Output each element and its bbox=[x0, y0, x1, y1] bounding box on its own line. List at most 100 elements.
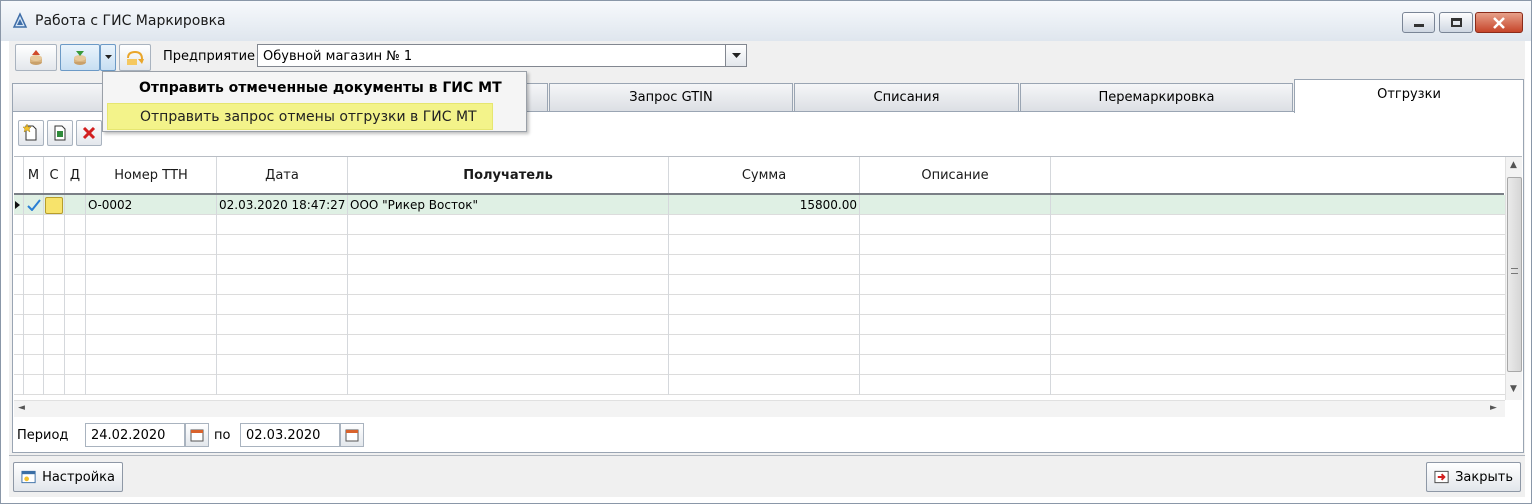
enterprise-select[interactable]: Обувной магазин № 1 bbox=[257, 44, 747, 67]
menu-item-send-marked[interactable]: Отправить отмеченные документы в ГИС МТ bbox=[107, 74, 522, 101]
empty-cell bbox=[14, 255, 24, 275]
app-icon bbox=[12, 12, 28, 28]
column-label: М bbox=[27, 167, 40, 183]
date-from-field[interactable]: 24.02.2020 bbox=[85, 423, 185, 447]
empty-cell bbox=[217, 295, 348, 315]
maximize-button[interactable] bbox=[1439, 12, 1473, 33]
empty-cell bbox=[24, 335, 44, 355]
settings-button[interactable]: Настройка bbox=[13, 462, 123, 492]
empty-cell bbox=[14, 295, 24, 315]
menu-item-cancel-shipment[interactable]: Отправить запрос отмены отгрузки в ГИС М… bbox=[107, 103, 493, 130]
title-bar[interactable]: Работа с ГИС Маркировка bbox=[1, 1, 1531, 41]
empty-cell bbox=[14, 375, 24, 395]
tab-label: Отгрузки bbox=[1377, 87, 1441, 102]
tab-write-offs[interactable]: Списания bbox=[794, 83, 1019, 111]
empty-cell bbox=[860, 335, 1051, 355]
column-header-date[interactable]: Дата bbox=[217, 157, 348, 193]
empty-row bbox=[14, 315, 1505, 335]
empty-cell bbox=[65, 335, 86, 355]
column-header-c[interactable]: С bbox=[44, 157, 65, 193]
empty-cell bbox=[1051, 315, 1505, 335]
date-from-calendar-button[interactable] bbox=[185, 423, 209, 447]
calendar-icon bbox=[345, 429, 359, 442]
column-header-d[interactable]: Д bbox=[65, 157, 86, 193]
database-up-icon bbox=[30, 49, 42, 65]
close-window-button[interactable] bbox=[1475, 12, 1523, 33]
scroll-right-icon[interactable]: ► bbox=[1490, 403, 1497, 413]
column-header-description[interactable]: Описание bbox=[860, 157, 1051, 193]
empty-row bbox=[14, 295, 1505, 315]
empty-cell bbox=[14, 215, 24, 235]
column-header-m[interactable]: М bbox=[24, 157, 44, 193]
undo-button[interactable] bbox=[119, 44, 151, 71]
empty-cell bbox=[669, 235, 860, 255]
send-dropdown-button[interactable] bbox=[100, 44, 116, 71]
empty-cell bbox=[44, 235, 65, 255]
main-window: Работа с ГИС Маркировка Предприятие Обув… bbox=[0, 0, 1532, 504]
column-header-filler bbox=[1051, 157, 1504, 193]
column-label: Сумма bbox=[741, 167, 787, 183]
column-header-ttn[interactable]: Номер ТТН bbox=[86, 157, 217, 193]
empty-cell bbox=[669, 335, 860, 355]
delete-icon bbox=[82, 126, 96, 140]
vertical-scrollbar[interactable]: ▲ ▼ bbox=[1505, 157, 1522, 400]
date-to-field[interactable]: 02.03.2020 bbox=[240, 423, 340, 447]
window-title: Работа с ГИС Маркировка bbox=[35, 13, 226, 29]
empty-cell bbox=[348, 375, 669, 395]
empty-cell bbox=[669, 315, 860, 335]
empty-cell bbox=[44, 355, 65, 375]
horizontal-scrollbar[interactable]: ◄ ► bbox=[14, 400, 1505, 417]
minimize-icon bbox=[1413, 24, 1424, 27]
scroll-down-icon[interactable]: ▼ bbox=[1510, 384, 1517, 394]
empty-cell bbox=[65, 235, 86, 255]
empty-cell bbox=[24, 275, 44, 295]
calendar-icon bbox=[190, 429, 204, 442]
date-cell: 02.03.2020 18:47:27 bbox=[217, 195, 348, 215]
enterprise-dropdown-button[interactable] bbox=[725, 45, 746, 66]
mark-checkbox[interactable] bbox=[24, 195, 44, 215]
new-document-button[interactable] bbox=[18, 120, 44, 146]
vertical-scroll-thumb[interactable] bbox=[1507, 177, 1522, 372]
edit-document-button[interactable] bbox=[47, 120, 73, 146]
empty-cell bbox=[860, 235, 1051, 255]
empty-cell bbox=[669, 355, 860, 375]
menu-item-label: Отправить запрос отмены отгрузки в ГИС М… bbox=[140, 108, 477, 125]
empty-cell bbox=[86, 215, 217, 235]
tab-remarking[interactable]: Перемаркировка bbox=[1020, 83, 1293, 111]
empty-cell bbox=[44, 335, 65, 355]
empty-cell bbox=[217, 235, 348, 255]
empty-cell bbox=[44, 315, 65, 335]
empty-row bbox=[14, 335, 1505, 355]
minimize-button[interactable] bbox=[1402, 12, 1435, 33]
tab-label: Перемаркировка bbox=[1098, 90, 1215, 105]
empty-cell bbox=[1051, 215, 1505, 235]
empty-cell bbox=[14, 335, 24, 355]
status-d-cell bbox=[65, 195, 86, 215]
table-row[interactable]: О-0002 02.03.2020 18:47:27 ООО "Рикер Во… bbox=[14, 195, 1505, 215]
tab-shipments[interactable]: Отгрузки bbox=[1294, 79, 1524, 113]
date-to-calendar-button[interactable] bbox=[340, 423, 364, 447]
empty-cell bbox=[24, 295, 44, 315]
grid-body: О-0002 02.03.2020 18:47:27 ООО "Рикер Во… bbox=[14, 195, 1505, 395]
send-button[interactable] bbox=[60, 44, 100, 71]
tab-gtin-request[interactable]: Запрос GTIN bbox=[549, 83, 793, 111]
scroll-up-icon[interactable]: ▲ bbox=[1510, 160, 1517, 170]
empty-cell bbox=[44, 275, 65, 295]
column-header-sum[interactable]: Сумма bbox=[669, 157, 860, 193]
empty-cell bbox=[86, 275, 217, 295]
empty-cell bbox=[1051, 275, 1505, 295]
new-document-icon bbox=[23, 124, 37, 141]
scroll-left-icon[interactable]: ◄ bbox=[18, 403, 25, 413]
empty-cell bbox=[860, 275, 1051, 295]
empty-cell bbox=[44, 255, 65, 275]
column-label: С bbox=[49, 167, 59, 183]
empty-cell bbox=[860, 315, 1051, 335]
close-button[interactable]: Закрыть bbox=[1426, 462, 1521, 492]
empty-cell bbox=[1051, 255, 1505, 275]
empty-cell bbox=[217, 255, 348, 275]
column-header-recipient[interactable]: Получатель bbox=[348, 157, 669, 193]
receive-button[interactable] bbox=[15, 44, 57, 71]
delete-button[interactable] bbox=[76, 120, 102, 146]
column-label: Номер ТТН bbox=[114, 167, 188, 183]
empty-cell bbox=[24, 355, 44, 375]
